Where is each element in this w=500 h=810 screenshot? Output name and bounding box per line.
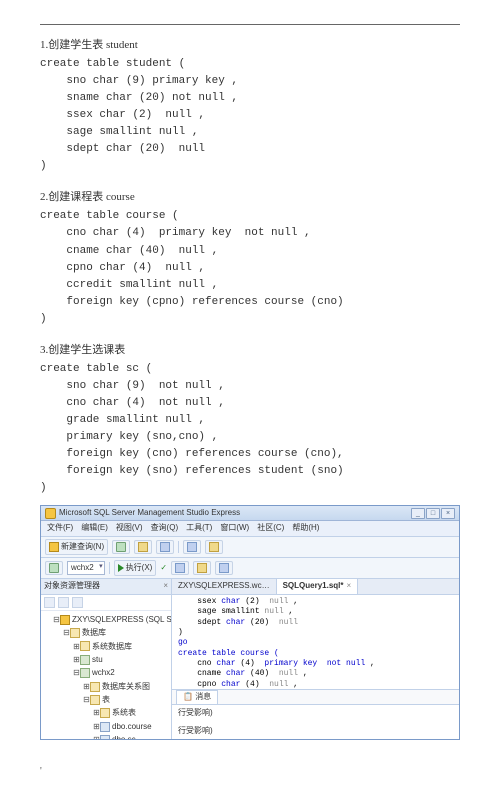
- menu-view[interactable]: 视图(V): [116, 522, 143, 534]
- window-title: Microsoft SQL Server Management Studio E…: [59, 507, 240, 519]
- menu-help[interactable]: 帮助(H): [292, 522, 319, 534]
- save-icon: [160, 542, 170, 552]
- explorer-tool1[interactable]: [44, 597, 55, 608]
- section1-code: create table student ( sno char (9) prim…: [40, 56, 460, 175]
- tab-object[interactable]: ZXY\SQLEXPRESS.wc…: [172, 579, 277, 593]
- toolbar-main: 新建查询(N): [41, 537, 459, 558]
- menu-community[interactable]: 社区(C): [257, 522, 284, 534]
- menu-window[interactable]: 窗口(W): [220, 522, 249, 534]
- sql-editor[interactable]: ssex char (2) null , sage smallint null …: [172, 595, 459, 689]
- tree-db-stu[interactable]: ⊞stu: [73, 654, 169, 666]
- explorer-tool3[interactable]: [72, 597, 83, 608]
- tree-tbl-sc[interactable]: ⊞dbo.sc: [93, 734, 169, 739]
- menu-edit[interactable]: 编辑(E): [81, 522, 108, 534]
- tree-tables[interactable]: ⊟表: [83, 694, 169, 706]
- ssms-window: Microsoft SQL Server Management Studio E…: [40, 505, 460, 740]
- extra-icon: [187, 542, 197, 552]
- tree-diagram[interactable]: ⊞数据库关系图: [83, 681, 169, 693]
- tree-sysdb[interactable]: ⊞系统数据库: [73, 641, 169, 653]
- section3-title: 3.创建学生选课表: [40, 342, 460, 359]
- maximize-button[interactable]: □: [426, 508, 440, 519]
- editor-tabs: ZXY\SQLEXPRESS.wc… SQLQuery1.sql*×: [172, 579, 459, 594]
- explorer-close-icon[interactable]: ×: [163, 580, 168, 592]
- q3-icon: [197, 563, 207, 573]
- tool-extra1[interactable]: [183, 540, 201, 554]
- db-icon: [116, 542, 126, 552]
- tree-db-wchx2[interactable]: ⊟wchx2: [73, 667, 169, 679]
- open-icon: [138, 542, 148, 552]
- new-query-icon: [49, 542, 59, 552]
- new-query-label: 新建查询(N): [61, 541, 104, 553]
- toolbar-query: wchx2 执行(X) ✓: [41, 558, 459, 579]
- messages-panel: 📋 消息 命令已成功完成。 行受影响) 行受影响): [172, 689, 459, 739]
- tab-close-icon[interactable]: ×: [347, 581, 352, 590]
- section2-title: 2.创建课程表 course: [40, 189, 460, 206]
- menu-query[interactable]: 查询(Q): [151, 522, 179, 534]
- object-explorer: 对象资源管理器 × ⊟ZXY\SQLEXPRESS (SQL Server 9.…: [41, 579, 172, 739]
- tool-q3[interactable]: [193, 561, 211, 575]
- tool-open-button[interactable]: [134, 540, 152, 554]
- tool-db-button[interactable]: [112, 540, 130, 554]
- tool-q2[interactable]: [171, 561, 189, 575]
- explorer-tree: ⊟ZXY\SQLEXPRESS (SQL Server 9.0.4035 - ⊟…: [41, 611, 171, 740]
- menu-tools[interactable]: 工具(T): [186, 522, 212, 534]
- new-query-button[interactable]: 新建查询(N): [45, 539, 108, 555]
- tree-databases[interactable]: ⊟数据库: [63, 627, 169, 639]
- q-icon: [49, 563, 59, 573]
- messages-tab[interactable]: 📋 消息: [176, 690, 218, 703]
- section2-code: create table course ( cno char (4) prima…: [40, 208, 460, 327]
- check-icon[interactable]: ✓: [160, 562, 167, 574]
- tool-extra2[interactable]: [205, 540, 223, 554]
- q2-icon: [175, 563, 185, 573]
- section3-code: create table sc ( sno char (9) not null …: [40, 361, 460, 497]
- extra-icon2: [209, 542, 219, 552]
- tree-systables[interactable]: ⊞系统表: [93, 707, 169, 719]
- message-line2: 行受影响): [178, 707, 453, 719]
- footer-mark: ': [40, 764, 460, 780]
- q4-icon: [219, 563, 229, 573]
- menu-file[interactable]: 文件(F): [47, 522, 73, 534]
- titlebar: Microsoft SQL Server Management Studio E…: [41, 506, 459, 521]
- section1-title: 1.创建学生表 student: [40, 37, 460, 54]
- app-icon: [45, 508, 56, 519]
- explorer-title: 对象资源管理器: [44, 580, 100, 592]
- menubar: 文件(F) 编辑(E) 视图(V) 查询(Q) 工具(T) 窗口(W) 社区(C…: [41, 521, 459, 536]
- execute-button[interactable]: 执行(X): [114, 560, 157, 576]
- minimize-button[interactable]: _: [411, 508, 425, 519]
- tree-tbl-course[interactable]: ⊞dbo.course: [93, 721, 169, 733]
- tool-save-button[interactable]: [156, 540, 174, 554]
- database-combo[interactable]: wchx2: [67, 561, 105, 575]
- tool-q1[interactable]: [45, 561, 63, 575]
- tree-server[interactable]: ⊟ZXY\SQLEXPRESS (SQL Server 9.0.4035 -: [53, 614, 169, 626]
- run-icon: [118, 564, 124, 572]
- tab-query[interactable]: SQLQuery1.sql*×: [277, 579, 359, 593]
- explorer-tool2[interactable]: [58, 597, 69, 608]
- close-button[interactable]: ×: [441, 508, 455, 519]
- message-line3: 行受影响): [178, 725, 453, 737]
- execute-label: 执行(X): [126, 562, 153, 574]
- tool-q4[interactable]: [215, 561, 233, 575]
